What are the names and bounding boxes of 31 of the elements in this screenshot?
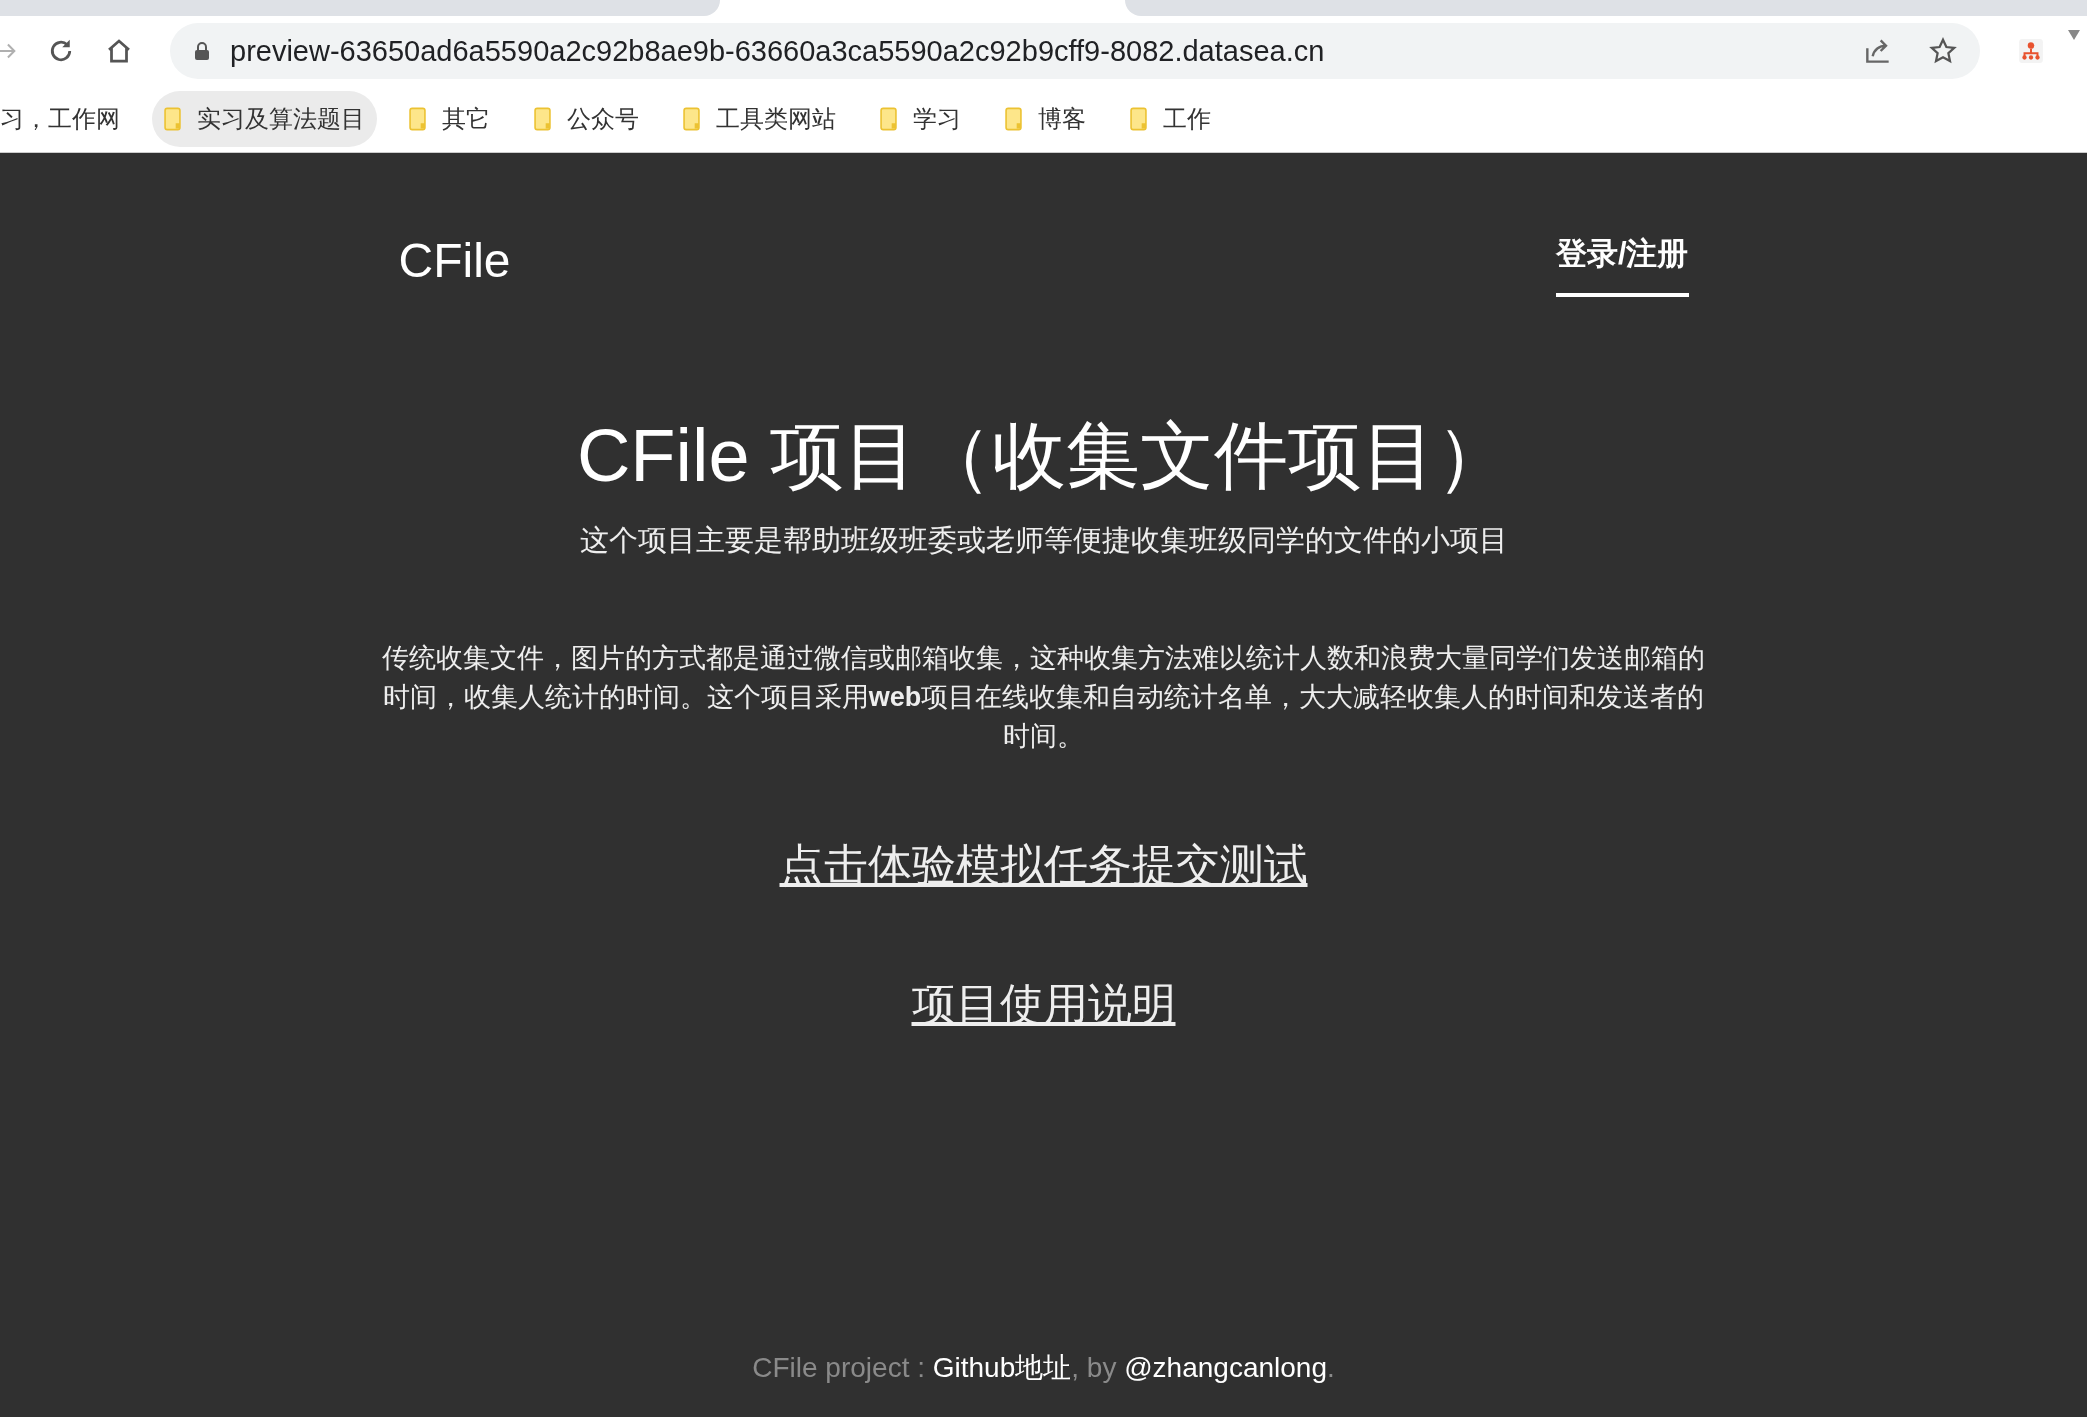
bookmark-item[interactable]: 习，工作网 bbox=[0, 91, 132, 147]
hero-subtitle: 这个项目主要是帮助班级班委或老师等便捷收集班级同学的文件的小项目 bbox=[579, 523, 1508, 558]
bookmark-item[interactable]: 工作 bbox=[1118, 91, 1223, 147]
author-link[interactable]: @zhangcanlong bbox=[1124, 1352, 1327, 1383]
guide-link[interactable]: 项目使用说明 bbox=[911, 975, 1176, 1034]
bookmark-item[interactable]: 学习 bbox=[868, 91, 973, 147]
footer-credit: CFile project : Github地址, by @zhangcanlong. bbox=[752, 1351, 1335, 1385]
bookmark-item[interactable]: 其它 bbox=[397, 91, 502, 147]
github-link[interactable]: Github地址 bbox=[932, 1352, 1072, 1383]
url-text: preview-63650ad6a5590a2c92b8ae9b-63660a3ca5590a2c92b9cff9-8082.datasea.cn bbox=[230, 34, 1325, 68]
bookmark-item[interactable]: 博客 bbox=[993, 91, 1098, 147]
bookmark-item[interactable]: 工具类网站 bbox=[671, 91, 848, 147]
folder-icon bbox=[409, 107, 426, 131]
bookmark-item[interactable]: 公众号 bbox=[522, 91, 651, 147]
lock-icon bbox=[194, 41, 210, 61]
extension-icon[interactable] bbox=[2018, 38, 2044, 64]
folder-icon bbox=[1005, 107, 1022, 131]
star-icon[interactable] bbox=[1928, 36, 1958, 66]
folder-icon bbox=[683, 107, 700, 131]
login-register-link[interactable]: 登录/注册 bbox=[1555, 233, 1689, 297]
folder-icon bbox=[880, 107, 897, 131]
site-logo[interactable]: CFile bbox=[398, 233, 511, 288]
folder-icon bbox=[534, 107, 551, 131]
dropdown-icon[interactable] bbox=[2068, 30, 2080, 42]
hero-title: CFile 项目（收集文件项目） bbox=[576, 413, 1511, 499]
folder-icon bbox=[1130, 107, 1147, 131]
description-paragraph: 传统收集文件，图片的方式都是通过微信或邮箱收集，这种收集方法难以统计人数和浪费大量同学们发送邮箱的时间，收集人统计的时间。这个项目采用web项目在线收集和自动统计名单，大大减轻收集人的时间和发送者的时间。 bbox=[381, 642, 1706, 753]
folder-icon bbox=[164, 107, 181, 131]
demo-link[interactable]: 点击体验模拟任务提交测试 bbox=[779, 836, 1308, 895]
bookmark-item[interactable]: 实习及算法题目 bbox=[152, 91, 377, 147]
address-bar[interactable]: preview-63650ad6a5590a2c92b8ae9b-63660a3ca5590a2c92b9cff9-8082.datasea.cn bbox=[170, 23, 1980, 79]
